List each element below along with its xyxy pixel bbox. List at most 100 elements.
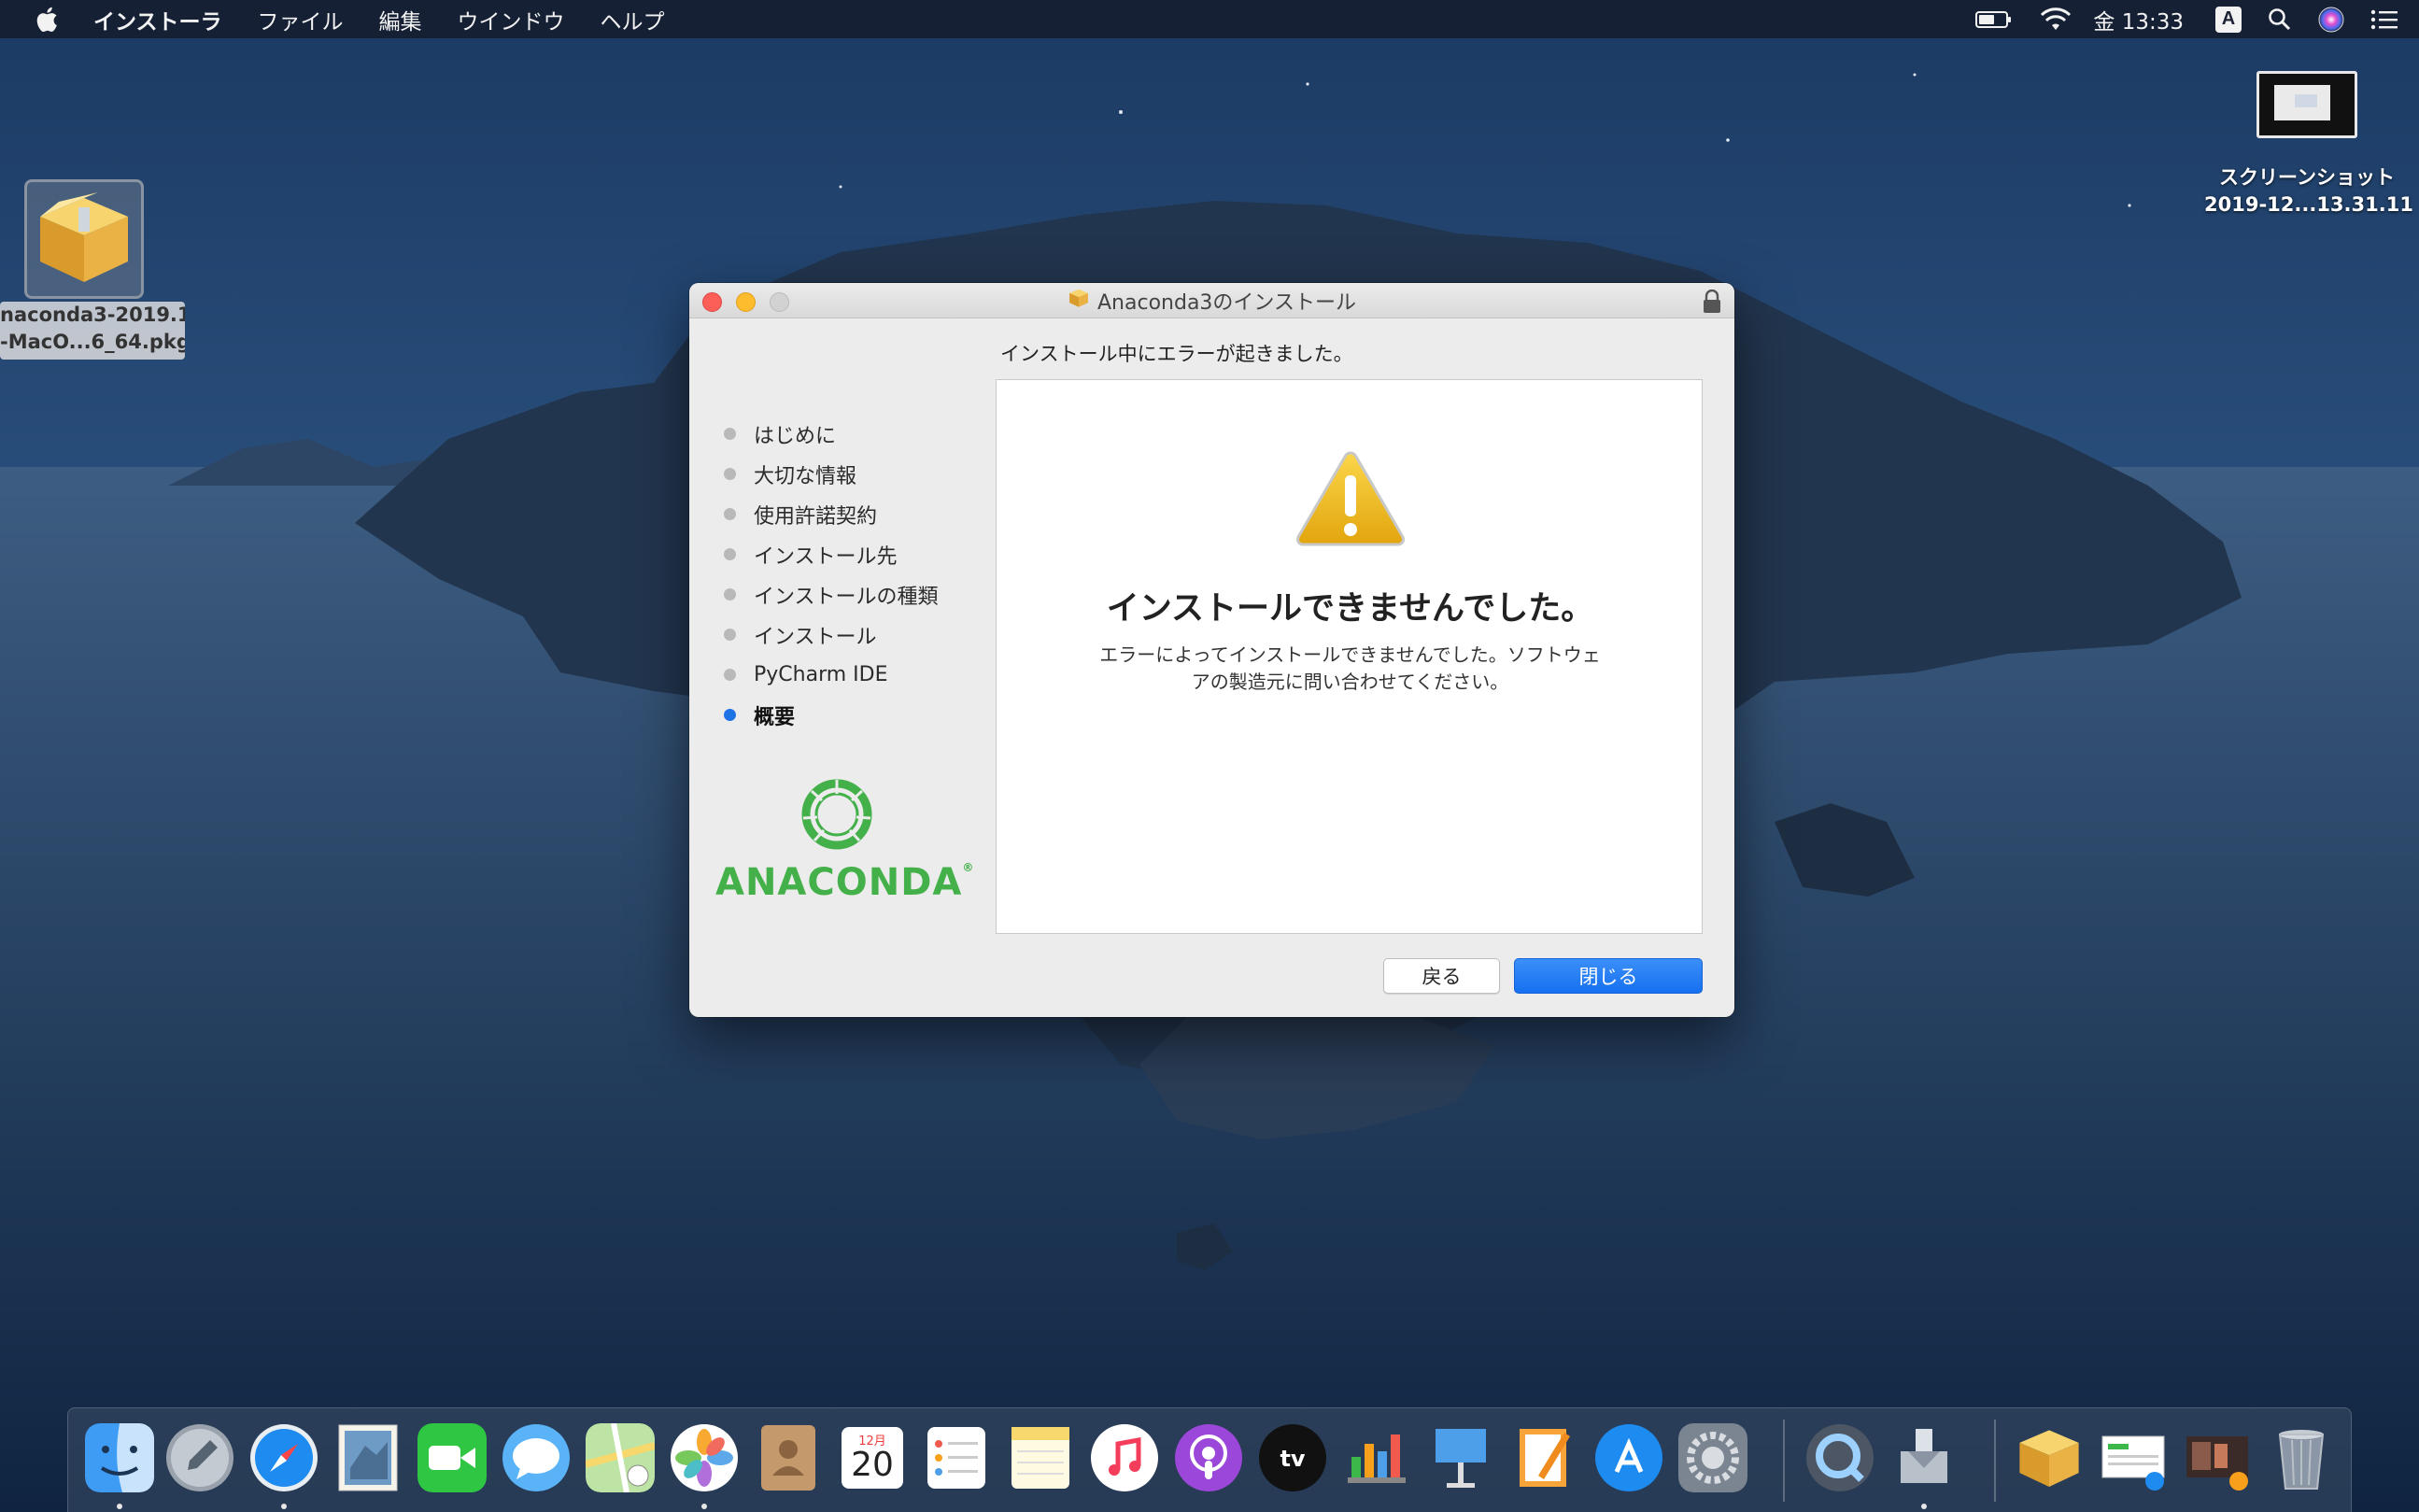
step-label: PyCharm IDE (754, 663, 888, 686)
screenshot-filename-label: スクリーンショット 2019-12...13.31.11 (2204, 164, 2413, 219)
package-stack-icon[interactable] (2015, 1423, 2084, 1492)
step-label: 概要 (754, 705, 796, 729)
failure-message: エラーによってインストールできませんでした。ソフトウェ アの製造元に問い合わせて… (1071, 642, 1629, 696)
step-label: インストール (754, 625, 877, 649)
screenshot-filename-line1: スクリーンショット (2219, 166, 2395, 189)
input-method-icon: A (2215, 6, 2242, 33)
window-titlebar[interactable]: Anaconda3のインストール (689, 283, 1734, 318)
siri-icon[interactable] (2305, 0, 2357, 38)
menu-file[interactable]: ファイル (240, 0, 361, 38)
anaconda-ring-icon (801, 779, 872, 850)
step-indicator-active (724, 709, 736, 721)
step-installation-type: インストールの種類 (717, 574, 988, 615)
close-installer-button[interactable]: 閉じる (1514, 958, 1703, 994)
step-label: インストールの種類 (754, 585, 939, 609)
step-indicator (724, 669, 736, 681)
anaconda-logo-mark: ® (962, 861, 975, 874)
notes-icon[interactable] (1006, 1423, 1075, 1492)
step-label: 使用許諾契約 (754, 504, 878, 529)
calendar-icon[interactable]: 12月 20 (838, 1423, 907, 1492)
step-important-info: 大切な情報 (717, 454, 988, 494)
step-license: 使用許諾契約 (717, 494, 988, 534)
reminders-icon[interactable] (922, 1423, 991, 1492)
anaconda-logo-word: ANACONDA (715, 861, 963, 904)
running-indicator (1921, 1504, 1927, 1509)
keynote-icon[interactable] (1426, 1423, 1495, 1492)
step-indicator (724, 428, 736, 440)
step-summary: 概要 (717, 695, 988, 735)
numbers-icon[interactable] (1342, 1423, 1411, 1492)
photos-icon[interactable] (670, 1423, 739, 1492)
trash-icon[interactable] (2267, 1423, 2336, 1492)
battery-icon[interactable] (1962, 0, 2026, 38)
contacts-icon[interactable] (754, 1423, 823, 1492)
menu-bar: インストーラ ファイル 編集 ウインドウ ヘルプ 金 13:33 A (0, 0, 2419, 38)
window-title: Anaconda3のインストール (689, 283, 1734, 318)
installer-app-icon[interactable] (1889, 1423, 1959, 1492)
system-preferences-icon[interactable] (1678, 1423, 1747, 1492)
menu-edit[interactable]: 編集 (361, 0, 440, 38)
maps-icon[interactable] (586, 1423, 655, 1492)
step-label: 大切な情報 (754, 464, 857, 488)
finder-icon[interactable] (85, 1423, 154, 1492)
screenshot-filename-line2: 2019-12...13.31.11 (2204, 193, 2413, 216)
running-indicator (281, 1504, 287, 1509)
content-pane: インストールできませんでした。 エラーによってインストールできませんでした。ソフ… (996, 379, 1703, 934)
launchpad-icon[interactable] (165, 1423, 234, 1492)
step-pycharm: PyCharm IDE (717, 655, 988, 695)
app-store-icon[interactable] (1594, 1423, 1663, 1492)
step-indicator (724, 548, 736, 560)
messages-icon[interactable] (502, 1423, 571, 1492)
apple-tv-icon[interactable]: tv (1258, 1423, 1327, 1492)
photo-stack-icon[interactable] (2183, 1423, 2252, 1492)
wifi-icon[interactable] (2026, 0, 2086, 38)
spotlight-search-icon[interactable] (2255, 0, 2305, 38)
downloads-stack-icon[interactable] (2099, 1423, 2168, 1492)
steps-sidebar: はじめに 大切な情報 使用許諾契約 インストール先 インストールの種類 インスト… (717, 414, 988, 735)
lock-icon[interactable] (1703, 289, 1721, 318)
menu-app-name[interactable]: インストーラ (93, 0, 240, 38)
step-indicator (724, 588, 736, 601)
apple-tv-label: tv (1280, 1446, 1306, 1472)
anaconda-logo-text: ANACONDA® (715, 861, 973, 904)
preview-stamp-icon[interactable] (333, 1423, 403, 1492)
step-indicator (724, 508, 736, 520)
step-indicator (724, 629, 736, 641)
menubar-clock[interactable]: 金 13:33 (2086, 4, 2202, 35)
failure-message-line1: エラーによってインストールできませんでした。ソフトウェ (1099, 643, 1601, 666)
failure-title: インストールできませんでした。 (1106, 590, 1594, 628)
package-small-icon (1068, 288, 1090, 314)
step-installation: インストール (717, 615, 988, 655)
pkg-filename-line1: naconda3-2019.1 (0, 304, 185, 326)
running-indicator (117, 1504, 122, 1509)
menu-window[interactable]: ウインドウ (440, 0, 583, 38)
step-label: インストール先 (754, 544, 898, 569)
back-button[interactable]: 戻る (1383, 958, 1500, 994)
dock-separator (1783, 1420, 1785, 1502)
running-indicator (701, 1504, 707, 1509)
pkg-filename-label: naconda3-2019.1 -MacO...6_64.pkg (0, 302, 185, 360)
anaconda-logo: ANACONDA® (715, 775, 973, 904)
podcasts-icon[interactable] (1174, 1423, 1243, 1492)
quicktime-icon[interactable] (1805, 1423, 1874, 1492)
calendar-day: 20 (851, 1446, 894, 1484)
music-icon[interactable] (1090, 1423, 1159, 1492)
error-heading: インストール中にエラーが起きました。 (1000, 343, 1353, 365)
pkg-filename-line2: -MacO...6_64.pkg (0, 331, 185, 353)
input-method-menu[interactable]: A (2202, 0, 2255, 38)
step-indicator (724, 468, 736, 480)
step-destination: インストール先 (717, 534, 988, 574)
desktop-screenshot-file[interactable]: スクリーンショット 2019-12...13.31.11 (2204, 71, 2413, 219)
notification-center-icon[interactable] (2357, 0, 2419, 38)
facetime-icon[interactable] (417, 1423, 487, 1492)
warning-icon (1294, 447, 1408, 552)
apple-menu-icon[interactable] (0, 0, 93, 38)
package-icon (24, 179, 144, 299)
safari-icon[interactable] (249, 1423, 318, 1492)
step-introduction: はじめに (717, 414, 988, 454)
menu-help[interactable]: ヘルプ (583, 0, 683, 38)
dock: 12月 20 tv (67, 1407, 2352, 1512)
pages-icon[interactable] (1510, 1423, 1579, 1492)
window-title-text: Anaconda3のインストール (1097, 291, 1356, 315)
step-label: はじめに (754, 424, 837, 448)
